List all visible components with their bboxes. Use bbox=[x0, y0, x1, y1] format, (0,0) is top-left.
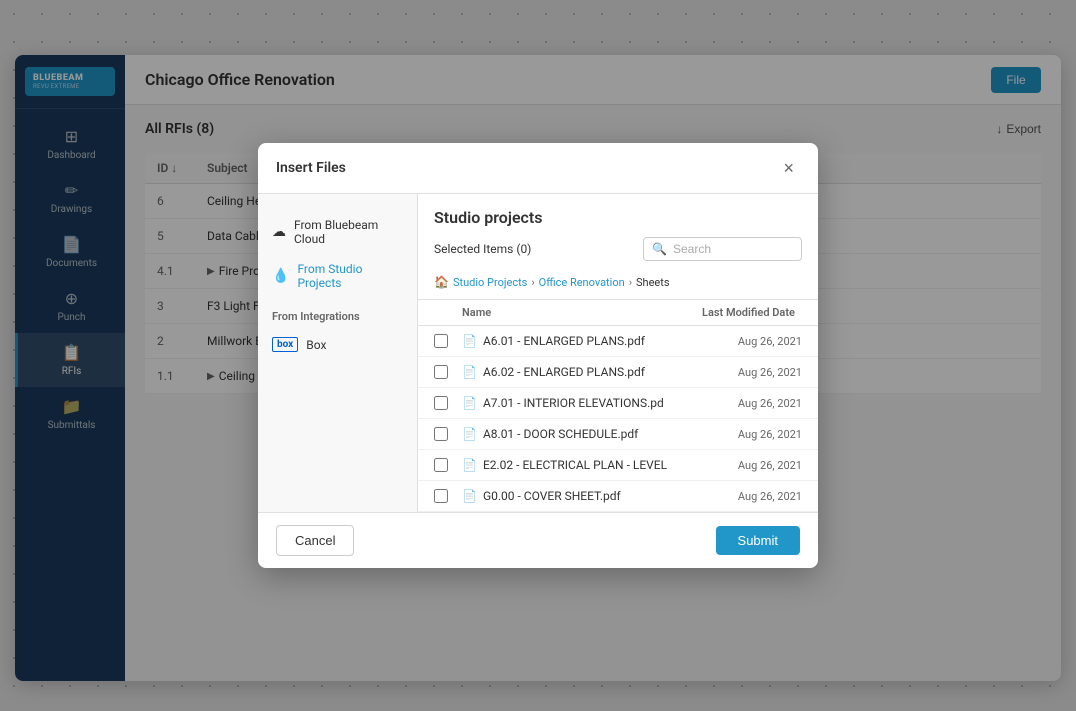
file-name: A7.01 - INTERIOR ELEVATIONS.pd bbox=[483, 396, 664, 410]
cancel-button[interactable]: Cancel bbox=[276, 525, 354, 556]
file-doc-icon: 📄 bbox=[462, 396, 477, 410]
search-input[interactable] bbox=[673, 242, 793, 256]
file-name-cell: 📄 A8.01 - DOOR SCHEDULE.pdf bbox=[462, 427, 702, 441]
breadcrumb: 🏠 Studio Projects › Office Renovation › … bbox=[434, 269, 802, 291]
studio-icon: 💧 bbox=[272, 268, 289, 284]
file-checkbox[interactable] bbox=[434, 458, 448, 472]
studio-projects-title: Studio projects bbox=[434, 208, 802, 227]
modal-footer: Cancel Submit bbox=[258, 512, 818, 568]
file-name: A6.01 - ENLARGED PLANS.pdf bbox=[483, 334, 645, 348]
breadcrumb-office-renovation[interactable]: Office Renovation bbox=[539, 276, 625, 289]
file-date: Aug 26, 2021 bbox=[702, 428, 802, 441]
file-name-cell: 📄 A6.01 - ENLARGED PLANS.pdf bbox=[462, 334, 702, 348]
modal-header: Insert Files × bbox=[258, 143, 818, 194]
file-name: E2.02 - ELECTRICAL PLAN - LEVEL bbox=[483, 458, 667, 472]
breadcrumb-sep-1: › bbox=[531, 276, 534, 289]
file-date: Aug 26, 2021 bbox=[702, 459, 802, 472]
modal-right-header: Studio projects Selected Items (0) 🔍 🏠 S… bbox=[418, 194, 818, 300]
file-list-item[interactable]: 📄 A6.02 - ENLARGED PLANS.pdf Aug 26, 202… bbox=[418, 357, 818, 388]
file-doc-icon: 📄 bbox=[462, 334, 477, 348]
modal-overlay: Insert Files × ☁ From Bluebeam Cloud 💧 F… bbox=[0, 0, 1076, 711]
integrations-label: From Integrations bbox=[258, 298, 417, 329]
file-doc-icon: 📄 bbox=[462, 489, 477, 503]
modal-title: Insert Files bbox=[276, 160, 346, 176]
box-label: Box bbox=[306, 338, 326, 352]
file-checkbox[interactable] bbox=[434, 427, 448, 441]
selected-items-label: Selected Items (0) bbox=[434, 242, 531, 256]
file-checkbox[interactable] bbox=[434, 396, 448, 410]
breadcrumb-studio-projects[interactable]: Studio Projects bbox=[453, 276, 527, 289]
col-check bbox=[434, 306, 462, 319]
breadcrumb-sep-2: › bbox=[629, 276, 632, 289]
file-doc-icon: 📄 bbox=[462, 365, 477, 379]
modal-left-panel: ☁ From Bluebeam Cloud 💧 From Studio Proj… bbox=[258, 194, 418, 512]
cloud-icon: ☁ bbox=[272, 224, 286, 240]
col-name: Name bbox=[462, 306, 702, 319]
file-name: A8.01 - DOOR SCHEDULE.pdf bbox=[483, 427, 638, 441]
file-name-cell: 📄 A7.01 - INTERIOR ELEVATIONS.pd bbox=[462, 396, 702, 410]
file-name-cell: 📄 A6.02 - ENLARGED PLANS.pdf bbox=[462, 365, 702, 379]
file-date: Aug 26, 2021 bbox=[702, 366, 802, 379]
source-cloud[interactable]: ☁ From Bluebeam Cloud bbox=[258, 210, 417, 254]
file-list-item[interactable]: 📄 A7.01 - INTERIOR ELEVATIONS.pd Aug 26,… bbox=[418, 388, 818, 419]
file-checkbox[interactable] bbox=[434, 334, 448, 348]
file-date: Aug 26, 2021 bbox=[702, 335, 802, 348]
col-date: Last Modified Date bbox=[702, 306, 802, 319]
modal-body: ☁ From Bluebeam Cloud 💧 From Studio Proj… bbox=[258, 194, 818, 512]
home-icon: 🏠 bbox=[434, 275, 449, 289]
file-checkbox[interactable] bbox=[434, 489, 448, 503]
source-box[interactable]: box Box bbox=[258, 329, 417, 360]
search-box[interactable]: 🔍 bbox=[643, 237, 802, 261]
modal-right-panel: Studio projects Selected Items (0) 🔍 🏠 S… bbox=[418, 194, 818, 512]
file-name: G0.00 - COVER SHEET.pdf bbox=[483, 489, 621, 503]
file-list: 📄 A6.01 - ENLARGED PLANS.pdf Aug 26, 202… bbox=[418, 326, 818, 512]
file-name-cell: 📄 E2.02 - ELECTRICAL PLAN - LEVEL bbox=[462, 458, 702, 472]
file-date: Aug 26, 2021 bbox=[702, 397, 802, 410]
file-list-item[interactable]: 📄 G0.00 - COVER SHEET.pdf Aug 26, 2021 bbox=[418, 481, 818, 512]
file-list-item[interactable]: 📄 A8.01 - DOOR SCHEDULE.pdf Aug 26, 2021 bbox=[418, 419, 818, 450]
box-logo: box bbox=[272, 337, 298, 352]
file-date: Aug 26, 2021 bbox=[702, 490, 802, 503]
file-checkbox[interactable] bbox=[434, 365, 448, 379]
source-studio-label: From Studio Projects bbox=[297, 262, 403, 290]
file-list-header: Name Last Modified Date bbox=[418, 300, 818, 326]
file-doc-icon: 📄 bbox=[462, 458, 477, 472]
breadcrumb-sheets: Sheets bbox=[636, 276, 670, 289]
file-name: A6.02 - ENLARGED PLANS.pdf bbox=[483, 365, 645, 379]
insert-files-modal: Insert Files × ☁ From Bluebeam Cloud 💧 F… bbox=[258, 143, 818, 568]
close-button[interactable]: × bbox=[777, 157, 800, 179]
source-studio[interactable]: 💧 From Studio Projects bbox=[258, 254, 417, 298]
file-name-cell: 📄 G0.00 - COVER SHEET.pdf bbox=[462, 489, 702, 503]
file-doc-icon: 📄 bbox=[462, 427, 477, 441]
file-list-item[interactable]: 📄 E2.02 - ELECTRICAL PLAN - LEVEL Aug 26… bbox=[418, 450, 818, 481]
file-list-item[interactable]: 📄 A6.01 - ENLARGED PLANS.pdf Aug 26, 202… bbox=[418, 326, 818, 357]
selected-search-row: Selected Items (0) 🔍 bbox=[434, 237, 802, 261]
submit-button[interactable]: Submit bbox=[716, 526, 800, 555]
source-cloud-label: From Bluebeam Cloud bbox=[294, 218, 403, 246]
search-icon: 🔍 bbox=[652, 242, 667, 256]
